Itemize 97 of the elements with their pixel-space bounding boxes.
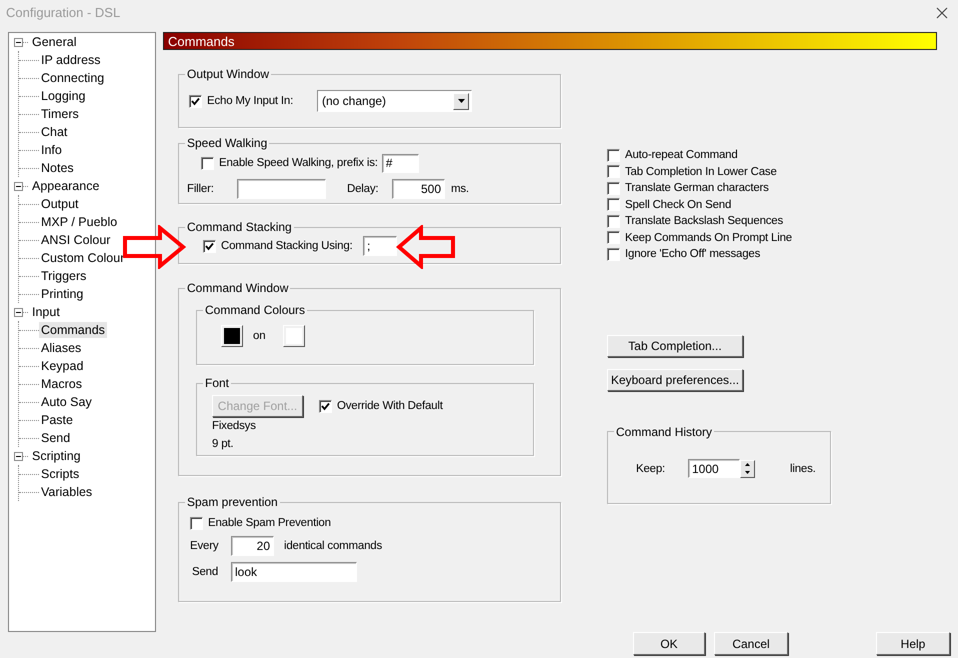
checkbox[interactable] — [607, 214, 620, 228]
tree-item[interactable]: Scripting — [30, 448, 83, 464]
font-size: 9 pt. — [212, 438, 234, 450]
tree-item[interactable]: Auto Say — [39, 394, 94, 410]
send-field[interactable]: look — [231, 562, 357, 582]
caret-icon — [458, 99, 464, 103]
group-title: Spam prevention — [186, 495, 279, 509]
spin-button[interactable] — [740, 460, 755, 478]
field-label: identical commands — [284, 540, 384, 552]
colour-swatch[interactable] — [221, 325, 243, 347]
checkbox-label: Ignore 'Echo Off' messages — [625, 248, 762, 260]
group-title: Font — [204, 376, 230, 390]
checkbox-label: Enable Spam Prevention — [208, 517, 332, 529]
checkbox[interactable] — [607, 165, 620, 178]
field-label: Every — [190, 540, 220, 552]
tree-item[interactable]: Logging — [39, 88, 88, 104]
page-title: Commands — [168, 34, 234, 48]
checkbox-label: Override With Default — [337, 400, 444, 412]
group-title: Command Colours — [204, 303, 306, 317]
field-label: Filler: — [187, 183, 215, 195]
unit-label: lines. — [790, 462, 817, 474]
checkbox-label: Keep Commands On Prompt Line — [625, 232, 793, 244]
checkbox[interactable] — [319, 400, 332, 412]
unit-label: ms. — [451, 183, 470, 195]
cancel-button[interactable]: Cancel — [714, 632, 788, 655]
arrow-icon — [122, 225, 186, 269]
field-label: Keep: — [636, 462, 666, 474]
delay-field[interactable]: 500 — [392, 179, 445, 199]
checkbox[interactable] — [607, 198, 620, 212]
minus-box-icon[interactable] — [14, 38, 23, 46]
tab-completion-button[interactable]: Tab Completion... — [607, 334, 743, 356]
checkbox-label: Spell Check On Send — [625, 198, 732, 211]
tree-item[interactable]: Commands — [39, 322, 107, 338]
tree-item[interactable]: Triggers — [39, 268, 88, 284]
tree-item[interactable]: Output — [39, 196, 81, 212]
prefix-field[interactable]: # — [382, 154, 419, 172]
filler-field[interactable] — [237, 179, 326, 199]
tree-item[interactable]: Macros — [39, 376, 84, 392]
checkbox[interactable] — [607, 182, 620, 195]
down-arrow-icon[interactable] — [745, 471, 750, 474]
checkbox[interactable] — [203, 240, 216, 252]
minus-box-icon[interactable] — [14, 452, 23, 460]
arrow-icon — [396, 225, 456, 269]
tree-item[interactable]: Notes — [39, 160, 76, 176]
tree-item[interactable]: Variables — [39, 484, 94, 500]
font-name: Fixedsys — [212, 420, 257, 432]
field-label: Send — [192, 566, 220, 578]
checkbox[interactable] — [190, 516, 203, 530]
tree-item[interactable]: Appearance — [30, 178, 102, 194]
checkbox-label: Enable Speed Walking, prefix is: — [219, 157, 379, 169]
tree-item[interactable]: Info — [39, 142, 64, 158]
close-icon[interactable] — [936, 6, 948, 18]
tree-item[interactable]: ANSI Colour — [39, 232, 112, 248]
help-button[interactable]: Help — [876, 632, 950, 655]
minus-box-icon[interactable] — [14, 308, 23, 316]
history-size-field[interactable]: 1000 — [688, 459, 740, 478]
up-arrow-icon[interactable] — [745, 463, 750, 466]
field-label: Delay: — [347, 183, 380, 195]
group-title: Output Window — [186, 67, 270, 81]
group-title: Command Stacking — [186, 220, 293, 234]
checkbox-label: Echo My Input In: — [207, 95, 294, 107]
delimiter-field[interactable]: ; — [363, 236, 397, 256]
tree-item[interactable]: Input — [30, 304, 62, 320]
tree-item[interactable]: Chat — [39, 124, 70, 140]
tree-item[interactable]: Timers — [39, 106, 81, 122]
dropdown[interactable]: (no change) — [317, 90, 472, 112]
tree-item[interactable]: Aliases — [39, 340, 84, 356]
tree-item[interactable]: Custom Colour — [39, 250, 126, 266]
joiner-label: on — [253, 330, 266, 342]
group-title: Speed Walking — [186, 136, 268, 150]
checkbox-label: Auto-repeat Command — [625, 149, 739, 162]
checkbox-label: Tab Completion In Lower Case — [625, 166, 778, 178]
tree-item[interactable]: Send — [39, 430, 72, 446]
tree-item[interactable]: IP address — [39, 52, 103, 68]
ok-button[interactable]: OK — [633, 632, 705, 655]
tree-item[interactable]: Paste — [39, 412, 75, 428]
count-field[interactable]: 20 — [231, 536, 274, 556]
window-title: Configuration - DSL — [6, 5, 122, 20]
tree-item[interactable]: General — [30, 34, 78, 50]
checkbox[interactable] — [607, 231, 620, 244]
checkbox[interactable] — [201, 156, 214, 170]
minus-box-icon[interactable] — [14, 182, 23, 190]
tree-item[interactable]: Scripts — [39, 466, 82, 482]
checkbox-label: Command Stacking Using: — [221, 240, 354, 252]
tree-item[interactable]: Keypad — [39, 358, 86, 374]
group-title: Command Window — [186, 281, 290, 295]
tree-item[interactable]: Connecting — [39, 70, 106, 86]
checkbox[interactable] — [189, 94, 202, 108]
tree-item[interactable]: Printing — [39, 286, 86, 302]
checkbox-label: Translate German characters — [625, 182, 770, 194]
checkbox-label: Translate Backslash Sequences — [625, 215, 784, 228]
colour-swatch[interactable] — [283, 325, 306, 347]
tree-item[interactable]: MXP / Pueblo — [39, 214, 120, 230]
group-title: Command History — [615, 424, 714, 438]
keyboard-preferences-button[interactable]: Keyboard preferences... — [607, 368, 743, 390]
checkbox[interactable] — [607, 248, 620, 261]
checkbox[interactable] — [607, 148, 620, 162]
